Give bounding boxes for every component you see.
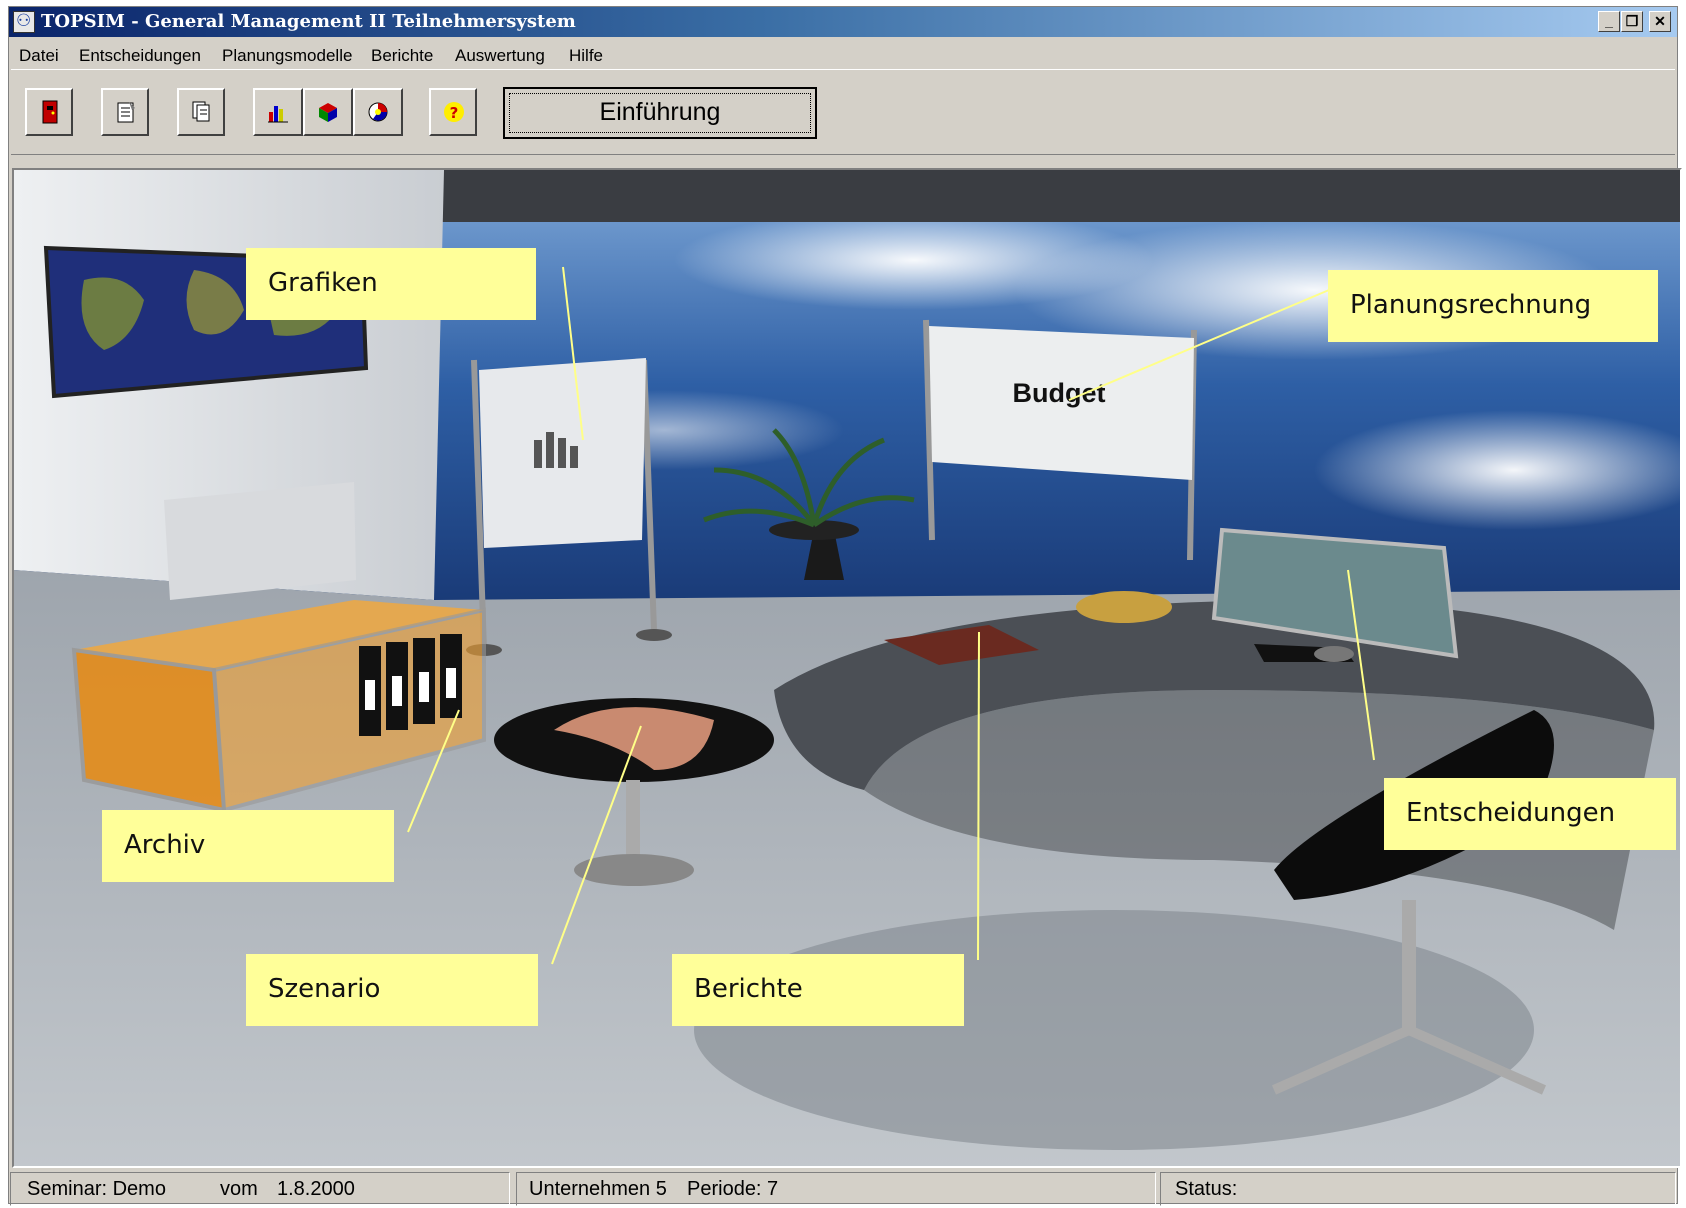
pie-chart-icon [368, 102, 388, 122]
title-bar[interactable]: TOPSIM - General Management II Teilnehme… [9, 7, 1677, 37]
cube-chart-icon [319, 103, 337, 122]
menu-bar: Datei Entscheidungen Planungsmodelle Ber… [9, 41, 1677, 67]
status-company: Unternehmen 5 [529, 1178, 667, 1200]
status-date: 1.8.2000 [277, 1178, 355, 1200]
status-vom: vom [220, 1178, 258, 1200]
pie-chart-button[interactable] [353, 88, 403, 136]
einfuehrung-button[interactable]: Einführung [503, 87, 817, 139]
exit-button[interactable] [25, 88, 73, 136]
callout-planungsrechnung[interactable]: Planungsrechnung [1328, 270, 1658, 342]
status-seminar: Seminar: Demo [27, 1178, 166, 1200]
status-bar: Seminar: Demo vom 1.8.2000 Unternehmen 5… [0, 1168, 1686, 1206]
callout-grafiken[interactable]: Grafiken [246, 248, 536, 320]
status-seminar-panel: Seminar: Demo vom 1.8.2000 [10, 1172, 510, 1206]
callout-archiv[interactable]: Archiv [102, 810, 394, 882]
exit-door-icon [42, 100, 58, 124]
documents-icon [192, 101, 210, 122]
menu-hilfe[interactable]: Hilfe [569, 46, 603, 66]
help-button[interactable]: ? [429, 88, 477, 136]
callout-entscheidungen[interactable]: Entscheidungen [1384, 778, 1676, 850]
status-label: Status: [1175, 1178, 1238, 1200]
window-title: TOPSIM - General Management II Teilnehme… [41, 11, 576, 32]
einfuehrung-label: Einführung [599, 98, 721, 126]
notepad-icon [117, 102, 135, 123]
bar-chart-button[interactable] [253, 88, 303, 136]
close-button[interactable]: ✕ [1649, 11, 1671, 32]
cube-chart-button[interactable] [303, 88, 353, 136]
budget-board-text: Budget [1013, 378, 1106, 408]
help-icon: ? [444, 102, 464, 122]
status-panel: Status: [1160, 1172, 1676, 1206]
office-scene: Budget Grafiken Planungsrechnung Archiv … [12, 168, 1682, 1168]
menu-auswertung[interactable]: Auswertung [455, 46, 545, 66]
documents-button[interactable] [177, 88, 225, 136]
menu-datei[interactable]: Datei [19, 46, 59, 66]
menu-entscheidungen[interactable]: Entscheidungen [79, 46, 201, 66]
svg-text:?: ? [450, 104, 459, 122]
status-company-panel: Unternehmen 5 Periode: 7 [516, 1172, 1156, 1206]
notepad-button[interactable] [101, 88, 149, 136]
menu-planungsmodelle[interactable]: Planungsmodelle [222, 46, 352, 66]
menu-berichte[interactable]: Berichte [371, 46, 433, 66]
callout-berichte[interactable]: Berichte [672, 954, 964, 1026]
app-icon[interactable] [13, 11, 35, 33]
restore-button[interactable]: ❐ [1621, 11, 1643, 32]
minimize-button[interactable]: _ [1598, 11, 1620, 32]
toolbar: ? [11, 69, 1675, 155]
bar-chart-icon [268, 106, 288, 123]
callout-szenario[interactable]: Szenario [246, 954, 538, 1026]
status-period: Periode: 7 [687, 1178, 779, 1200]
